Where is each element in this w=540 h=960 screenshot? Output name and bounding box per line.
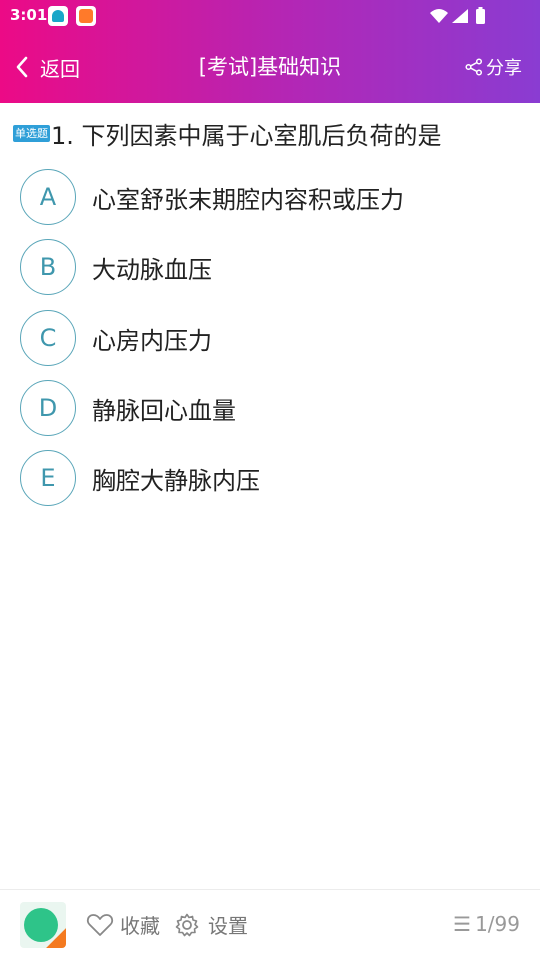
status-indicators (428, 6, 508, 26)
signal-icon (452, 9, 468, 23)
option-text: 胸腔大静脉内压 (92, 466, 260, 495)
heart-outline-icon (86, 913, 114, 936)
option-e[interactable]: E 胸腔大静脉内压 (20, 449, 520, 507)
question-stem: 单选题 1. 下列因素中属于心室肌后负荷的是 (13, 116, 528, 151)
settings-button[interactable]: 设置 (174, 910, 248, 939)
option-text: 静脉回心血量 (92, 396, 236, 425)
favorite-label: 收藏 (120, 914, 160, 938)
navigation-header: 返回 [考试]基础知识 分享 (0, 32, 540, 103)
page-title: [考试]基础知识 (198, 55, 342, 79)
option-text: 心室舒张末期腔内容积或压力 (92, 185, 404, 214)
notification-app-icon (48, 6, 68, 26)
share-label: 分享 (486, 58, 522, 79)
notification-app-icon-2 (76, 6, 96, 26)
option-letter: B (20, 239, 76, 295)
option-c[interactable]: C 心房内压力 (20, 309, 520, 367)
option-letter: A (20, 169, 76, 225)
app-logo[interactable] (20, 902, 66, 948)
list-icon: ☰ (453, 912, 472, 936)
option-letter: C (20, 310, 76, 366)
share-button[interactable]: 分享 (465, 54, 522, 80)
option-text: 大动脉血压 (92, 255, 212, 284)
share-icon (465, 58, 483, 76)
gear-icon (175, 913, 199, 936)
bottom-toolbar: 收藏 设置 ☰ 1/99 (0, 889, 540, 960)
favorite-button[interactable]: 收藏 (86, 910, 160, 939)
option-text: 心房内压力 (92, 326, 212, 355)
status-time: 3:01 (10, 6, 48, 24)
question-type-badge: 单选题 (13, 125, 50, 142)
progress-text: 1/99 (475, 912, 520, 936)
option-letter: D (20, 380, 76, 436)
option-b[interactable]: B 大动脉血压 (20, 238, 520, 296)
status-bar: 3:01 (0, 0, 540, 32)
question-progress[interactable]: ☰ 1/99 (453, 912, 520, 936)
option-a[interactable]: A 心室舒张末期腔内容积或压力 (20, 168, 520, 226)
question-text: 1. 下列因素中属于心室肌后负荷的是 (51, 122, 442, 150)
option-letter: E (20, 450, 76, 506)
settings-label: 设置 (208, 914, 248, 938)
wifi-icon (430, 9, 448, 23)
chevron-left-icon (16, 56, 28, 78)
top-app-bar: 3:01 返回 [考试]基础知识 分享 (0, 0, 540, 103)
back-label: 返回 (40, 56, 80, 81)
back-button[interactable]: 返回 (14, 52, 80, 82)
option-d[interactable]: D 静脉回心血量 (20, 379, 520, 437)
battery-icon (476, 9, 485, 24)
